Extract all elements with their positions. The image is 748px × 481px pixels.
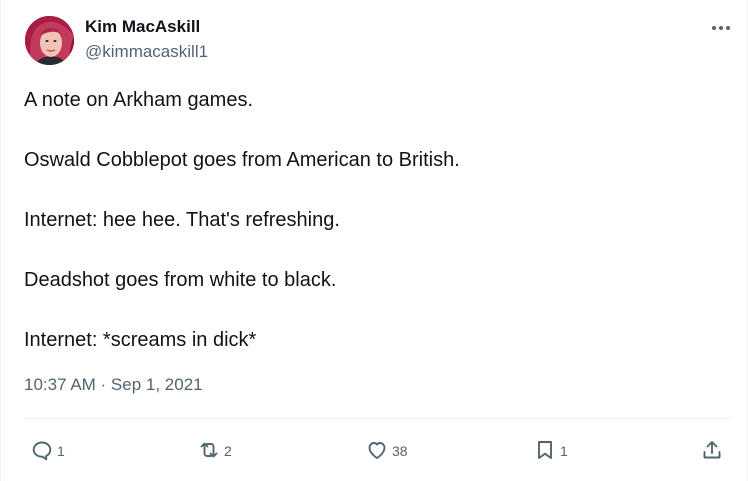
avatar[interactable] <box>25 16 74 65</box>
tweet-line: Deadshot goes from white to black. <box>24 269 337 291</box>
tweet-line: Internet: *screams in dick* <box>24 329 257 351</box>
author-name[interactable]: Kim MacAskill <box>85 17 200 37</box>
tweet-timestamp[interactable]: 10:37 AM · Sep 1, 2021 <box>24 375 203 395</box>
reply-count: 1 <box>57 443 65 459</box>
like-count: 38 <box>392 443 408 459</box>
bookmark-button[interactable]: 1 <box>533 431 568 471</box>
like-button[interactable]: 38 <box>365 431 408 471</box>
divider <box>24 418 731 419</box>
reply-button[interactable]: 1 <box>30 431 65 471</box>
bookmark-icon <box>533 438 557 465</box>
like-icon <box>365 438 389 465</box>
tweet-line: Internet: hee hee. That's refreshing. <box>24 209 340 231</box>
more-icon[interactable] <box>707 18 735 38</box>
retweet-count: 2 <box>224 443 232 459</box>
share-button[interactable] <box>700 431 724 471</box>
bookmark-count: 1 <box>560 443 568 459</box>
tweet-line: A note on Arkham games. <box>24 89 254 111</box>
author-handle[interactable]: @kimmacaskill1 <box>85 42 208 62</box>
action-bar: 1 2 38 1 <box>1 431 748 471</box>
tweet-line: Oswald Cobblepot goes from American to B… <box>24 149 460 171</box>
reply-icon <box>30 438 54 465</box>
retweet-icon <box>197 438 221 465</box>
retweet-button[interactable]: 2 <box>197 431 232 471</box>
tweet-card: Kim MacAskill @kimmacaskill1 A note on A… <box>0 0 748 481</box>
share-icon <box>700 438 724 465</box>
